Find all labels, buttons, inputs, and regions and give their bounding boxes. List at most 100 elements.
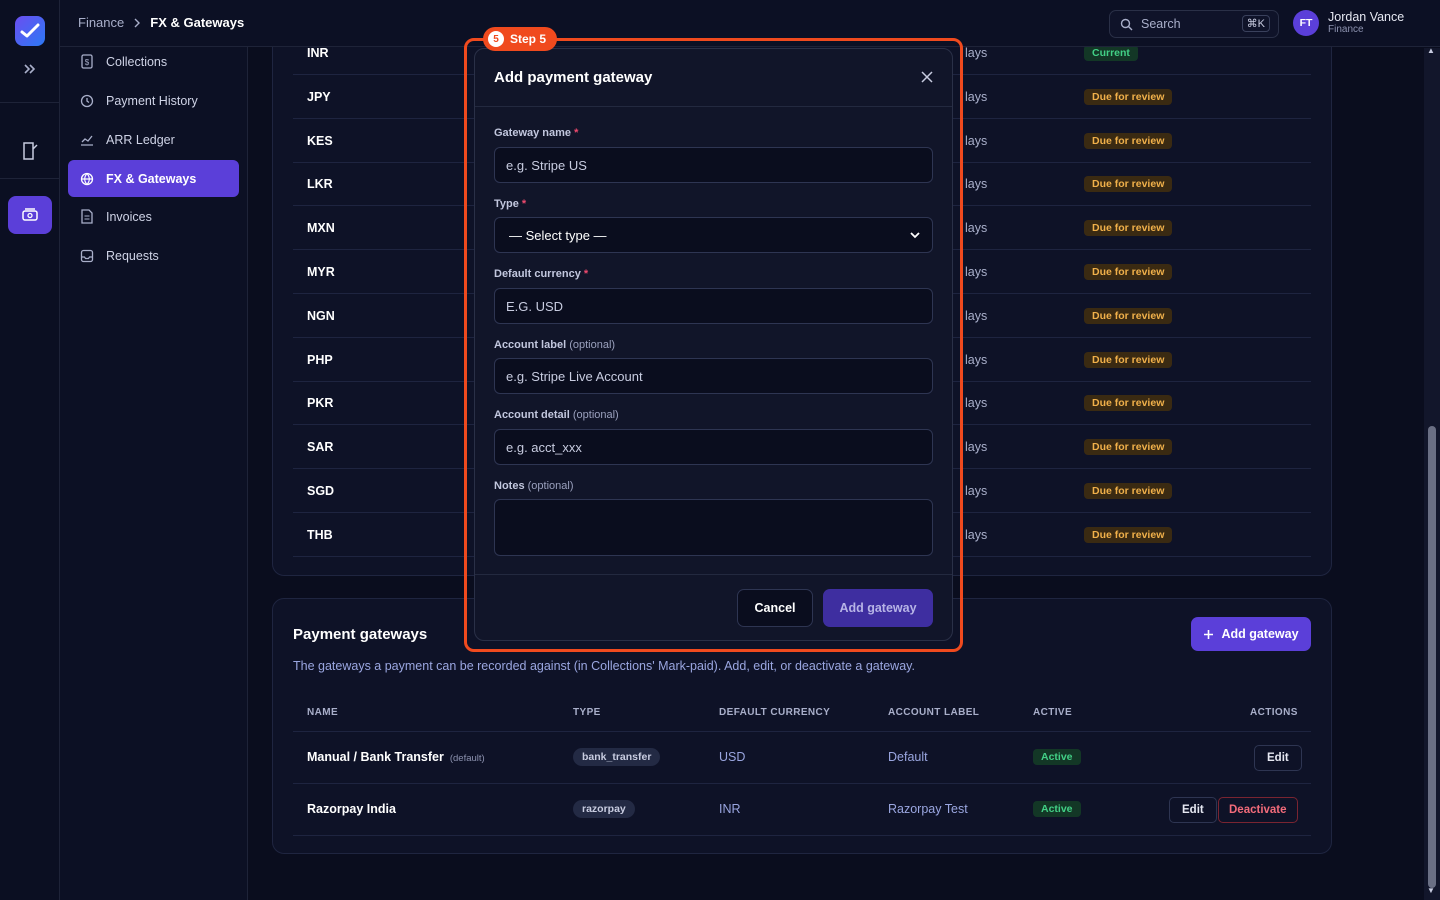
sidebar-item-collections[interactable]: $ Collections (68, 43, 239, 80)
scrollbar-thumb[interactable] (1428, 426, 1436, 888)
column-header-currency: DEFAULT CURRENCY (719, 707, 831, 718)
globe-icon (80, 172, 94, 185)
user-menu[interactable]: FT Jordan Vance Finance (1293, 10, 1404, 36)
search-icon (1120, 18, 1133, 30)
sidebar-item-payment-history[interactable]: Payment History (68, 82, 239, 119)
step-badge: 5 Step 5 (483, 27, 558, 51)
status-badge: Due for review (1084, 132, 1173, 149)
label-text: Account label (494, 339, 567, 351)
sidebar-item-label: Collections (106, 54, 168, 69)
currency-code: NGN (307, 308, 335, 323)
add-gateway-modal: Add payment gateway Gateway name * e.g. … (474, 48, 953, 641)
optional-mark: (optional) (527, 480, 574, 492)
fx-days: lays (965, 177, 988, 192)
rail-docs-icon[interactable] (8, 132, 52, 170)
sidebar-item-label: ARR Ledger (106, 132, 175, 147)
default-tag: (default) (449, 753, 485, 764)
app-logo-icon[interactable] (15, 16, 45, 46)
gateway-name: Manual / Bank Transfer (default) (307, 750, 485, 764)
column-header-name: NAME (307, 707, 339, 718)
sidebar-item-arr-ledger[interactable]: ARR Ledger (68, 121, 239, 158)
currency-code: MXN (307, 221, 335, 236)
sidebar-item-invoices[interactable]: Invoices (68, 198, 239, 235)
gateway-account: Default (888, 750, 928, 764)
svg-text:$: $ (85, 58, 90, 67)
expand-sidebar-icon[interactable] (20, 62, 40, 80)
gateway-name-text: Manual / Bank Transfer (307, 750, 444, 764)
status-badge: Active (1033, 801, 1081, 817)
chart-line-icon (81, 135, 93, 146)
status-badge: Due for review (1084, 176, 1173, 193)
icon-rail (0, 0, 60, 900)
currency-code: PKR (307, 396, 334, 411)
status-badge: Due for review (1084, 483, 1173, 499)
edit-button[interactable]: Edit (1169, 797, 1217, 823)
breadcrumb: Finance FX & Gateways (78, 15, 244, 30)
column-header-actions: ACTIONS (1250, 707, 1298, 718)
cancel-button[interactable]: Cancel (737, 589, 813, 627)
scroll-down-icon[interactable]: ▼ (1427, 886, 1435, 895)
currency-input[interactable]: E.G. USD (494, 288, 933, 324)
currency-label: Default currency * (494, 268, 588, 280)
status-badge: Current (1084, 45, 1138, 61)
sidebar-item-requests[interactable]: Requests (68, 237, 239, 274)
search-input[interactable]: Search ⌘K (1109, 10, 1279, 38)
section-description: The gateways a payment can be recorded a… (293, 659, 915, 673)
gateway-type-pill: bank_transfer (573, 748, 661, 766)
page-scrollbar[interactable]: ▲ ▼ (1424, 46, 1440, 900)
status-badge: Due for review (1084, 220, 1173, 237)
label-text: Default currency (494, 268, 581, 280)
edit-button[interactable]: Edit (1254, 745, 1302, 771)
status-badge: Due for review (1084, 264, 1173, 280)
currency-code: LKR (307, 177, 333, 192)
modal-divider (475, 574, 952, 575)
scroll-up-icon[interactable]: ▲ (1427, 46, 1435, 55)
label-text: Account detail (494, 409, 570, 421)
column-header-active: ACTIVE (1033, 707, 1073, 718)
submit-add-gateway-button[interactable]: Add gateway (823, 589, 933, 627)
user-role: Finance (1328, 24, 1364, 35)
step-label: Step 5 (510, 32, 547, 46)
currency-code: THB (307, 527, 333, 542)
notes-textarea[interactable] (494, 499, 933, 556)
rail-finance-icon[interactable] (8, 196, 52, 234)
deactivate-button[interactable]: Deactivate (1218, 797, 1298, 823)
rail-divider (0, 102, 60, 103)
required-mark: * (583, 268, 589, 280)
type-select[interactable]: — Select type — (494, 217, 933, 253)
modal-divider (475, 106, 952, 107)
user-name: Jordan Vance (1328, 10, 1405, 24)
account-detail-input[interactable]: e.g. acct_xxx (494, 429, 933, 465)
status-badge: Due for review (1084, 439, 1173, 456)
fx-days: lays (965, 89, 988, 104)
table-divider (293, 731, 1311, 732)
currency-code: KES (307, 133, 333, 148)
gateway-currency: USD (719, 750, 746, 764)
fx-days: lays (965, 396, 988, 411)
column-header-type: TYPE (573, 707, 601, 718)
add-gateway-button[interactable]: Add gateway (1191, 617, 1311, 651)
close-icon[interactable] (919, 69, 935, 85)
account-label-label: Account label (optional) (494, 339, 615, 351)
currency-code: INR (307, 46, 329, 60)
status-badge: Due for review (1084, 526, 1173, 543)
invoice-icon (81, 209, 93, 224)
sidebar: $ Collections Payment History ARR Ledger… (60, 0, 248, 900)
gateway-account: Razorpay Test (888, 802, 968, 816)
label-text: Gateway name (494, 127, 572, 139)
currency-code: SGD (307, 484, 335, 498)
label-text: Notes (494, 480, 525, 492)
gateway-name-input[interactable]: e.g. Stripe US (494, 147, 933, 183)
table-divider (293, 835, 1311, 836)
sidebar-item-label: Payment History (106, 93, 198, 108)
modal-title: Add payment gateway (494, 69, 653, 86)
type-select-value: — Select type — (509, 227, 607, 243)
notes-label: Notes (optional) (494, 480, 573, 492)
plus-icon (1204, 629, 1214, 639)
fx-days: lays (965, 484, 988, 498)
table-divider (293, 783, 1311, 784)
account-label-input[interactable]: e.g. Stripe Live Account (494, 358, 933, 394)
section-title: Payment gateways (293, 626, 428, 643)
sidebar-item-fx-gateways[interactable]: FX & Gateways (68, 160, 239, 197)
breadcrumb-root[interactable]: Finance (78, 15, 124, 30)
